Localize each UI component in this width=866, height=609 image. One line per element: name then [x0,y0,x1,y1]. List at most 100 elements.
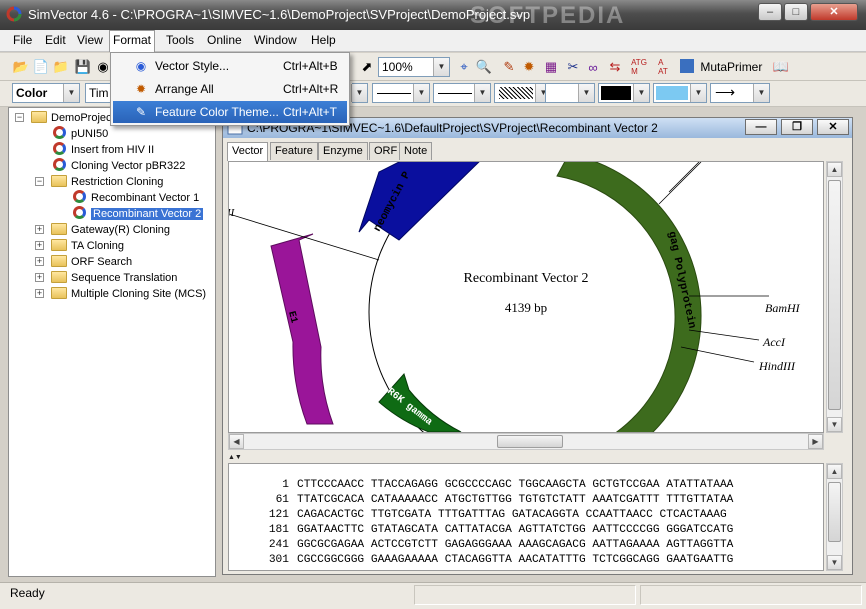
sequence-bases: GGATAACTTC GTATAGCATA CATTATACGA AGTTATC… [297,524,734,536]
pointer-icon[interactable]: ⬈ [358,58,376,76]
mutaprimer-icon [680,59,694,73]
tree-item-puni50[interactable]: pUNI50 [53,126,108,142]
tree-root[interactable]: − DemoProject [15,110,115,126]
scroll-thumb[interactable] [497,435,563,448]
scroll-up-icon[interactable]: ▲ [827,162,842,177]
tree-item-pbr322[interactable]: Cloning Vector pBR322 [53,158,185,174]
ligate-icon[interactable]: ∞ [584,58,602,76]
mutaprimer-button[interactable]: MutaPrimer [680,57,762,77]
map-horizontal-scrollbar[interactable]: ◀ ▶ [228,433,824,450]
doc-close-button[interactable]: ✕ [817,119,849,135]
line-style-combo[interactable]: ▼ [372,83,430,103]
book-icon[interactable]: 📖 [772,58,790,76]
tab-enzyme[interactable]: Enzyme [318,142,368,160]
doc-restore-button[interactable]: ❐ [781,119,813,135]
mutaprimer-label: MutaPrimer [700,60,763,74]
status-text: Ready [10,586,45,600]
tree-item-orf-search[interactable]: + ORF Search [35,254,132,270]
scroll-left-icon[interactable]: ◀ [229,434,244,449]
sequence-view[interactable]: 1 CTTCCCAACC TTACCAGAGG GCGCCCCAGC TGGCAA… [228,463,824,571]
menu-vector-style[interactable]: ◉ Vector Style... Ctrl+Alt+B [113,55,347,77]
enzyme-icon[interactable]: ✹ [520,58,538,76]
chevron-down-icon: ▼ [690,84,706,102]
expand-icon[interactable]: + [35,289,44,298]
tab-orf[interactable]: ORF [369,142,403,160]
tree-item-recombinant-1[interactable]: Recombinant Vector 1 [73,190,199,206]
vector-map-canvas[interactable]: neomycin P gag Polyprotein R6K gamma E1 … [228,161,824,433]
tree-item-ta-cloning[interactable]: + TA Cloning [35,238,124,254]
tree-label: Recombinant Vector 2 [91,208,204,220]
font-size-combo[interactable]: ▼ [351,83,368,103]
scroll-right-icon[interactable]: ▶ [808,434,823,449]
fill-color-combo[interactable]: ▼ [653,83,707,103]
menu-file[interactable]: File [10,33,35,47]
tree-item-restriction-cloning[interactable]: − Restriction Cloning [35,174,164,190]
cut-icon[interactable]: ✂ [564,58,582,76]
tree-item-gateway[interactable]: + Gateway(R) Cloning [35,222,171,238]
translate-icon[interactable]: A AT [652,56,674,78]
doc-minimize-button[interactable]: — [745,119,777,135]
menu-shortcut: Ctrl+Alt+B [283,59,338,73]
expand-icon[interactable]: + [35,225,44,234]
scroll-down-icon[interactable]: ▼ [827,555,842,570]
maximize-button[interactable]: □ [784,3,808,21]
menu-shortcut: Ctrl+Alt+R [283,82,339,96]
line-width-combo[interactable]: ▼ [433,83,491,103]
menu-format[interactable]: Format [109,30,156,52]
zoom-value: 100% [382,60,413,74]
menu-label: Vector Style... [155,59,230,73]
tab-vector[interactable]: Vector [227,142,269,161]
open-icon[interactable]: 📂 [12,58,30,76]
expand-icon[interactable]: + [35,273,44,282]
folder-icon [51,271,67,283]
tab-feature[interactable]: Feature [270,142,318,160]
menu-view[interactable]: View [74,33,106,47]
tree-item-mcs[interactable]: + Multiple Cloning Site (MCS) [35,286,206,302]
menu-online[interactable]: Online [204,33,245,47]
menu-help[interactable]: Help [308,33,339,47]
expand-icon[interactable]: + [35,257,44,266]
orf-icon[interactable]: ATG M [628,56,650,78]
menu-window[interactable]: Window [251,33,300,47]
arrow-style-combo[interactable]: ⟶ ▼ [710,83,770,103]
expand-icon[interactable]: + [35,241,44,250]
document-window: C:\PROGRA~1\SIMVEC~1.6\DefaultProject\SV… [222,117,853,575]
tree-item-insert-hiv[interactable]: Insert from HIV II [53,142,154,158]
folder-open-icon[interactable]: 📁 [52,58,70,76]
color-theme-icon: ✎ [135,105,147,119]
tree-label: Gateway(R) Cloning [71,224,171,236]
scroll-down-icon[interactable]: ▼ [827,417,842,432]
tree-item-recombinant-2[interactable]: Recombinant Vector 2 [73,206,204,222]
watermark: SOFTPEDIA [470,2,626,29]
tab-note[interactable]: Note [399,142,433,160]
collapse-icon[interactable]: − [15,113,24,122]
menu-edit[interactable]: Edit [42,33,69,47]
menu-arrange-all[interactable]: ✹ Arrange All Ctrl+Alt+R [113,78,347,100]
paint-icon[interactable]: ✎ [500,58,518,76]
scroll-up-icon[interactable]: ▲ [827,464,842,479]
fit-icon[interactable]: ⌖ [455,58,473,76]
gel-icon[interactable]: ▦ [542,58,560,76]
zoom-icon[interactable]: 🔍 [475,58,493,76]
minimize-button[interactable]: – [758,3,782,21]
fill-pattern-combo[interactable]: ▼ [494,83,552,103]
menu-tools[interactable]: Tools [163,33,197,47]
close-button[interactable]: ✕ [810,3,858,21]
tree-item-sequence-translation[interactable]: + Sequence Translation [35,270,177,286]
tree-label: Restriction Cloning [71,176,164,188]
save-icon[interactable]: 💾 [74,58,92,76]
scroll-thumb[interactable] [828,482,841,542]
zoom-combo[interactable]: 100% ▼ [378,57,450,77]
back-color-combo[interactable]: ▼ [545,83,595,103]
collapse-icon[interactable]: − [35,177,44,186]
sequence-scrollbar[interactable]: ▲ ▼ [826,463,843,571]
new-icon[interactable]: 📄 [32,58,50,76]
scroll-thumb[interactable] [828,180,841,410]
map-vertical-scrollbar[interactable]: ▲ ▼ [826,161,843,433]
line-color-combo[interactable]: ▼ [598,83,650,103]
font-combo-value: Tim [89,86,109,100]
pane-splitter[interactable]: ▲▼ [228,454,248,462]
align-icon[interactable]: ⇆ [606,58,624,76]
menu-feature-color-theme[interactable]: ✎ Feature Color Theme... Ctrl+Alt+T [113,101,347,123]
color-combo[interactable]: Color ▼ [12,83,80,103]
